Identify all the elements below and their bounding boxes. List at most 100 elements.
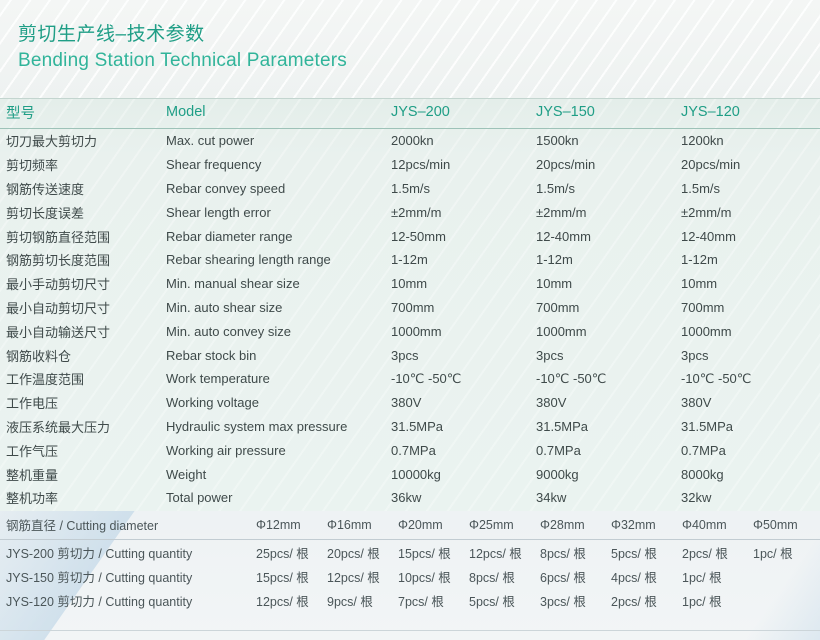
cutting-quantity-cell: 2pcs/ 根 — [611, 594, 657, 609]
cutting-row-label: JYS-120 剪切力 / Cutting quantity — [6, 594, 193, 609]
cutting-quantity-cell: 25pcs/ 根 — [256, 546, 309, 561]
spec-table-row: 剪切频率 Shear frequency 12pcs/min 20pcs/min 20p… — [0, 153, 820, 177]
cutting-table-body: JYS-200 剪切力 / Cutting quantity 25pcs/ 根 20… — [0, 540, 820, 613]
cutting-quantity-cell: 7pcs/ 根 — [398, 594, 444, 609]
spec-cell-jys200: -10℃ -50℃ — [391, 370, 462, 386]
cutting-quantity-cell: 6pcs/ 根 — [540, 570, 586, 585]
spec-cell-en: Rebar convey speed — [166, 180, 286, 196]
bottom-divider — [0, 630, 820, 631]
spec-cell-cn: 工作温度范围 — [6, 372, 85, 388]
cutting-quantity-cell: 2pcs/ 根 — [682, 546, 728, 561]
spec-table-row: 切刀最大剪切力 Max. cut power 2000kn 1500kn 1200kn — [0, 129, 820, 153]
spec-cell-en: Rebar diameter range — [166, 228, 293, 244]
spec-cell-en: Work temperature — [166, 371, 270, 387]
spec-cell-jys200: 1-12m — [391, 252, 428, 268]
cutting-quantity-cell: 4pcs/ 根 — [611, 570, 657, 585]
spec-cell-jys120: 10mm — [681, 276, 718, 292]
spec-header-jys150: JYS–150 — [536, 98, 681, 129]
cutting-header-label: 钢筋直径 / Cutting diameter — [0, 511, 256, 540]
spec-cell-jys120: 1.5m/s — [681, 180, 721, 196]
cutting-header-diameter: Φ25mm — [469, 511, 540, 540]
spec-cell-jys200: 36kw — [391, 490, 422, 506]
cutting-header-row: 钢筋直径 / Cutting diameter Φ12mm Φ16mm Φ20mm Φ… — [0, 511, 820, 540]
spec-cell-jys150: ±2mm/m — [536, 204, 587, 220]
spec-cell-cn: 最小自动输送尺寸 — [6, 324, 111, 340]
spec-cell-cn: 整机重量 — [6, 467, 59, 483]
spec-cell-en: Total power — [166, 490, 233, 506]
cutting-quantity-cell: 15pcs/ 根 — [398, 546, 451, 561]
spec-cell-jys120: 3pcs — [681, 347, 709, 363]
spec-cell-en: Working air pressure — [166, 442, 286, 458]
spec-cell-jys120: 12-40mm — [681, 228, 736, 244]
spec-table-panel: 型号 Model JYS–200 JYS–150 JYS–120 切刀最大剪切力… — [0, 98, 820, 511]
technical-parameters-page: 剪切生产线–技术参数 Bending Station Technical Par… — [0, 0, 820, 640]
spec-table-row: 钢筋剪切长度范围 Rebar shearing length range 1-12m… — [0, 248, 820, 272]
spec-cell-cn: 工作气压 — [6, 443, 59, 459]
spec-header-cn: 型号 — [0, 98, 166, 129]
spec-cell-jys200: 0.7MPa — [391, 442, 436, 458]
spec-table-row: 最小自动剪切尺寸 Min. auto shear size 700mm 700mm 70… — [0, 296, 820, 320]
spec-cell-jys200: 31.5MPa — [391, 418, 444, 434]
spec-cell-cn: 最小手动剪切尺寸 — [6, 277, 111, 293]
spec-cell-jys200: ±2mm/m — [391, 204, 442, 220]
cutting-header-diameter: Φ16mm — [327, 511, 398, 540]
spec-cell-jys200: 2000kn — [391, 133, 434, 149]
spec-cell-cn: 工作电压 — [6, 396, 59, 412]
cutting-quantity-cell: 12pcs/ 根 — [327, 570, 380, 585]
spec-cell-jys120: 700mm — [681, 299, 725, 315]
spec-cell-jys200: 10000kg — [391, 466, 441, 482]
spec-cell-jys150: 10mm — [536, 276, 573, 292]
spec-cell-en: Max. cut power — [166, 133, 255, 149]
spec-table-row: 液压系统最大压力 Hydraulic system max pressure 31.… — [0, 415, 820, 439]
spec-cell-cn: 液压系统最大压力 — [6, 419, 111, 435]
spec-table-row: 整机重量 Weight 10000kg 9000kg 8000kg — [0, 462, 820, 486]
cutting-quantity-cell: 12pcs/ 根 — [256, 594, 309, 609]
spec-cell-jys120: 0.7MPa — [681, 442, 726, 458]
spec-cell-cn: 钢筋剪切长度范围 — [6, 253, 111, 269]
cutting-quantity-cell: 1pc/ 根 — [682, 594, 722, 609]
cutting-row-label: JYS-150 剪切力 / Cutting quantity — [6, 570, 193, 585]
spec-cell-jys150: 1.5m/s — [536, 180, 576, 196]
page-title-en: Bending Station Technical Parameters — [18, 50, 347, 71]
spec-cell-cn: 最小自动剪切尺寸 — [6, 300, 111, 316]
cutting-header-diameter: Φ50mm — [753, 511, 820, 540]
spec-table-row: 剪切钢筋直径范围 Rebar diameter range 12-50mm 12-40… — [0, 224, 820, 248]
spec-table-row: 钢筋收料仓 Rebar stock bin 3pcs 3pcs 3pcs — [0, 343, 820, 367]
spec-table-row: 剪切长度误差 Shear length error ±2mm/m ±2mm/m ±2mm… — [0, 200, 820, 224]
cutting-quantity-cell: 1pc/ 根 — [753, 546, 793, 561]
spec-cell-en: Hydraulic system max pressure — [166, 418, 348, 434]
spec-cell-en: Min. auto shear size — [166, 299, 283, 315]
spec-cell-jys200: 1000mm — [391, 323, 442, 339]
cutting-quantity-cell: 15pcs/ 根 — [256, 570, 309, 585]
spec-cell-jys200: 1.5m/s — [391, 180, 431, 196]
spec-cell-cn: 钢筋传送速度 — [6, 181, 85, 197]
spec-header-jys120: JYS–120 — [681, 98, 820, 129]
spec-table-row: 工作电压 Working voltage 380V 380V 380V — [0, 391, 820, 415]
spec-cell-en: Rebar shearing length range — [166, 252, 331, 268]
cutting-table-head: 钢筋直径 / Cutting diameter Φ12mm Φ16mm Φ20mm Φ… — [0, 511, 820, 540]
spec-header-jys200: JYS–200 — [391, 98, 536, 129]
spec-table-head: 型号 Model JYS–200 JYS–150 JYS–120 — [0, 98, 820, 129]
spec-table-row: 工作温度范围 Work temperature -10℃ -50℃ -10℃ -50℃… — [0, 367, 820, 391]
cutting-header-diameter: Φ28mm — [540, 511, 611, 540]
cutting-quantity-cell: 10pcs/ 根 — [398, 570, 451, 585]
spec-header-en: Model — [166, 98, 391, 129]
spec-cell-jys150: -10℃ -50℃ — [536, 370, 607, 386]
spec-cell-jys150: 1-12m — [536, 252, 573, 268]
spec-table: 型号 Model JYS–200 JYS–150 JYS–120 切刀最大剪切力… — [0, 98, 820, 510]
spec-cell-en: Shear frequency — [166, 157, 262, 173]
spec-cell-jys200: 12pcs/min — [391, 157, 451, 173]
spec-cell-jys150: 34kw — [536, 490, 567, 506]
spec-cell-jys200: 700mm — [391, 299, 435, 315]
hero-title-group: 剪切生产线–技术参数 Bending Station Technical Par… — [18, 22, 347, 74]
spec-table-body: 切刀最大剪切力 Max. cut power 2000kn 1500kn 1200kn 剪… — [0, 129, 820, 510]
spec-cell-en: Shear length error — [166, 204, 271, 220]
cutting-quantity-cell: 1pc/ 根 — [682, 570, 722, 585]
spec-table-row: 钢筋传送速度 Rebar convey speed 1.5m/s 1.5m/s 1.5m… — [0, 177, 820, 201]
hero-banner: 剪切生产线–技术参数 Bending Station Technical Par… — [0, 0, 820, 98]
spec-cell-en: Weight — [166, 466, 207, 482]
spec-cell-jys150: 3pcs — [536, 347, 564, 363]
cutting-header-diameter: Φ20mm — [398, 511, 469, 540]
spec-cell-en: Min. manual shear size — [166, 276, 300, 292]
spec-cell-jys150: 12-40mm — [536, 228, 591, 244]
